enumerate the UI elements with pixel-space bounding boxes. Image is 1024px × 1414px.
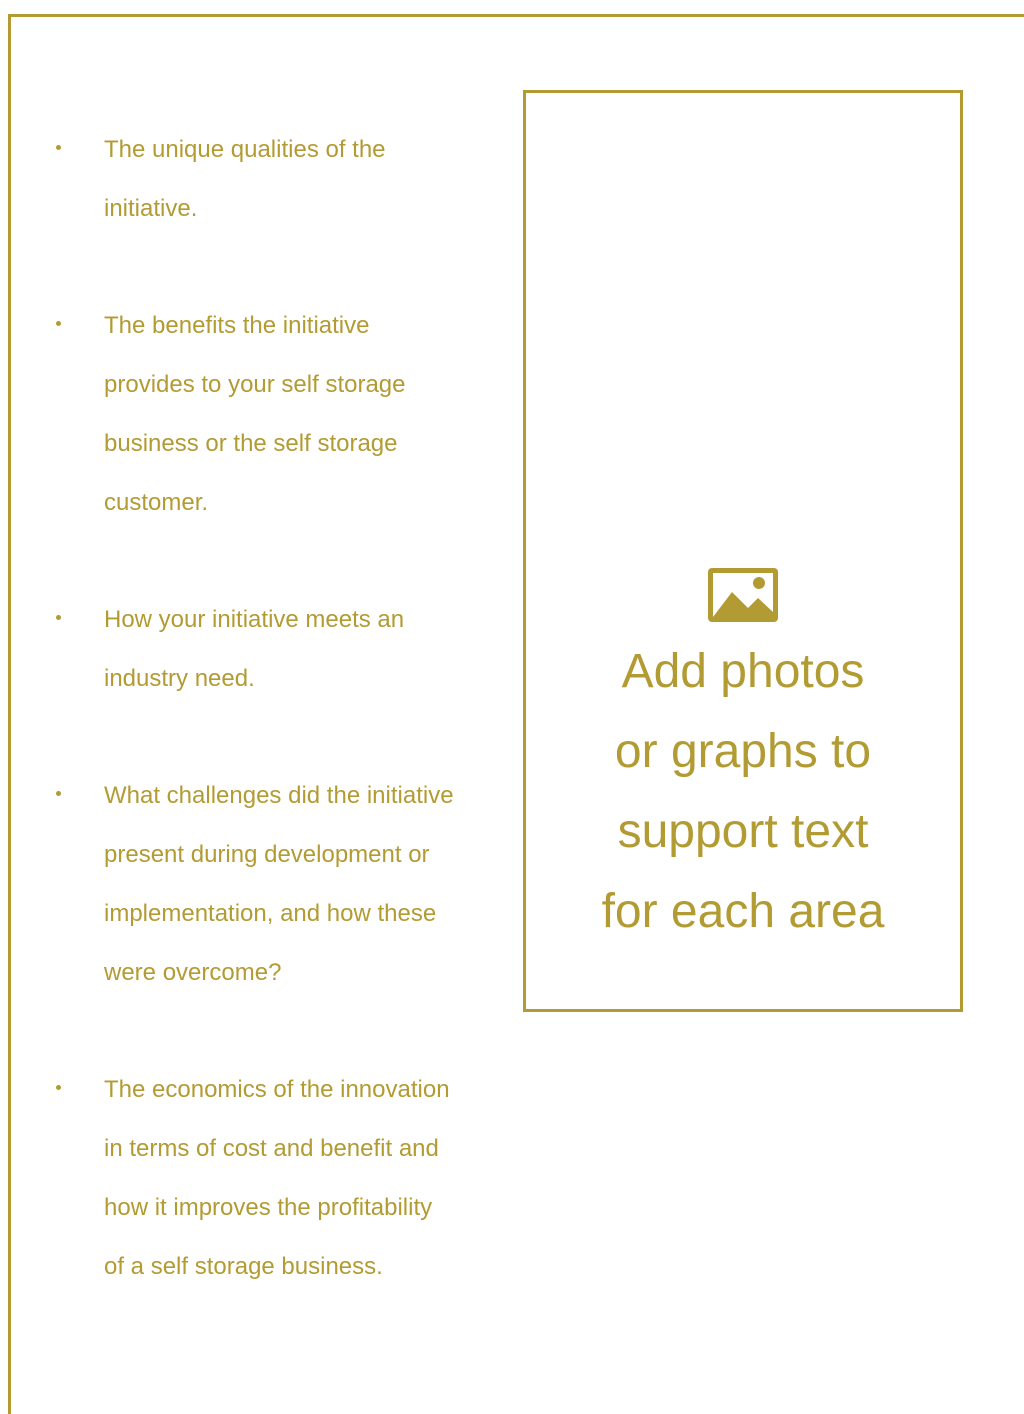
bullet-line: The economics of the innovation bbox=[104, 1076, 450, 1103]
bullet-dot bbox=[56, 321, 61, 326]
bullet-line: initiative. bbox=[104, 195, 198, 222]
bullet-line: What challenges did the initiative bbox=[104, 782, 454, 809]
bullet-line: The unique qualities of the bbox=[104, 136, 386, 163]
image-icon bbox=[708, 568, 778, 622]
photo-placeholder-content: Add photos or graphs to support text for… bbox=[526, 568, 960, 952]
bullet-line: present during development or bbox=[104, 841, 430, 868]
bullet-item: The unique qualities of the initiative. bbox=[56, 120, 506, 238]
bullet-dot bbox=[56, 145, 61, 150]
bullet-line: The benefits the initiative bbox=[104, 312, 370, 339]
bullet-line: customer. bbox=[104, 489, 209, 516]
bullet-dot bbox=[56, 615, 61, 620]
placeholder-line: or graphs to bbox=[614, 725, 872, 778]
bullet-item: How your initiative meets an industry ne… bbox=[56, 590, 506, 708]
placeholder-line: Add photos bbox=[621, 645, 865, 698]
photo-placeholder-box[interactable]: Add photos or graphs to support text for… bbox=[523, 90, 963, 1012]
bullet-item: The economics of the innovation in terms… bbox=[56, 1060, 506, 1296]
bullet-dot bbox=[56, 1085, 61, 1090]
bullet-line: How your initiative meets an bbox=[104, 606, 405, 633]
bullet-item: What challenges did the initiative prese… bbox=[56, 766, 506, 1002]
bullet-item: The benefits the initiative provides to … bbox=[56, 296, 506, 532]
bullet-line: in terms of cost and benefit and bbox=[104, 1135, 439, 1162]
bullet-line: provides to your self storage bbox=[104, 371, 406, 398]
bullet-line: implementation, and how these bbox=[104, 900, 437, 927]
bullet-dot bbox=[56, 791, 61, 796]
placeholder-line: support text bbox=[617, 805, 869, 858]
bullet-line: of a self storage business. bbox=[104, 1253, 383, 1280]
bullet-line: industry need. bbox=[104, 665, 255, 692]
bullet-line: were overcome? bbox=[104, 959, 282, 986]
bullet-line: how it improves the profitability bbox=[104, 1194, 433, 1221]
bullet-list: The unique qualities of the initiative. … bbox=[56, 120, 506, 1296]
bullet-line: business or the self storage bbox=[104, 430, 398, 457]
placeholder-line: for each area bbox=[601, 885, 885, 938]
